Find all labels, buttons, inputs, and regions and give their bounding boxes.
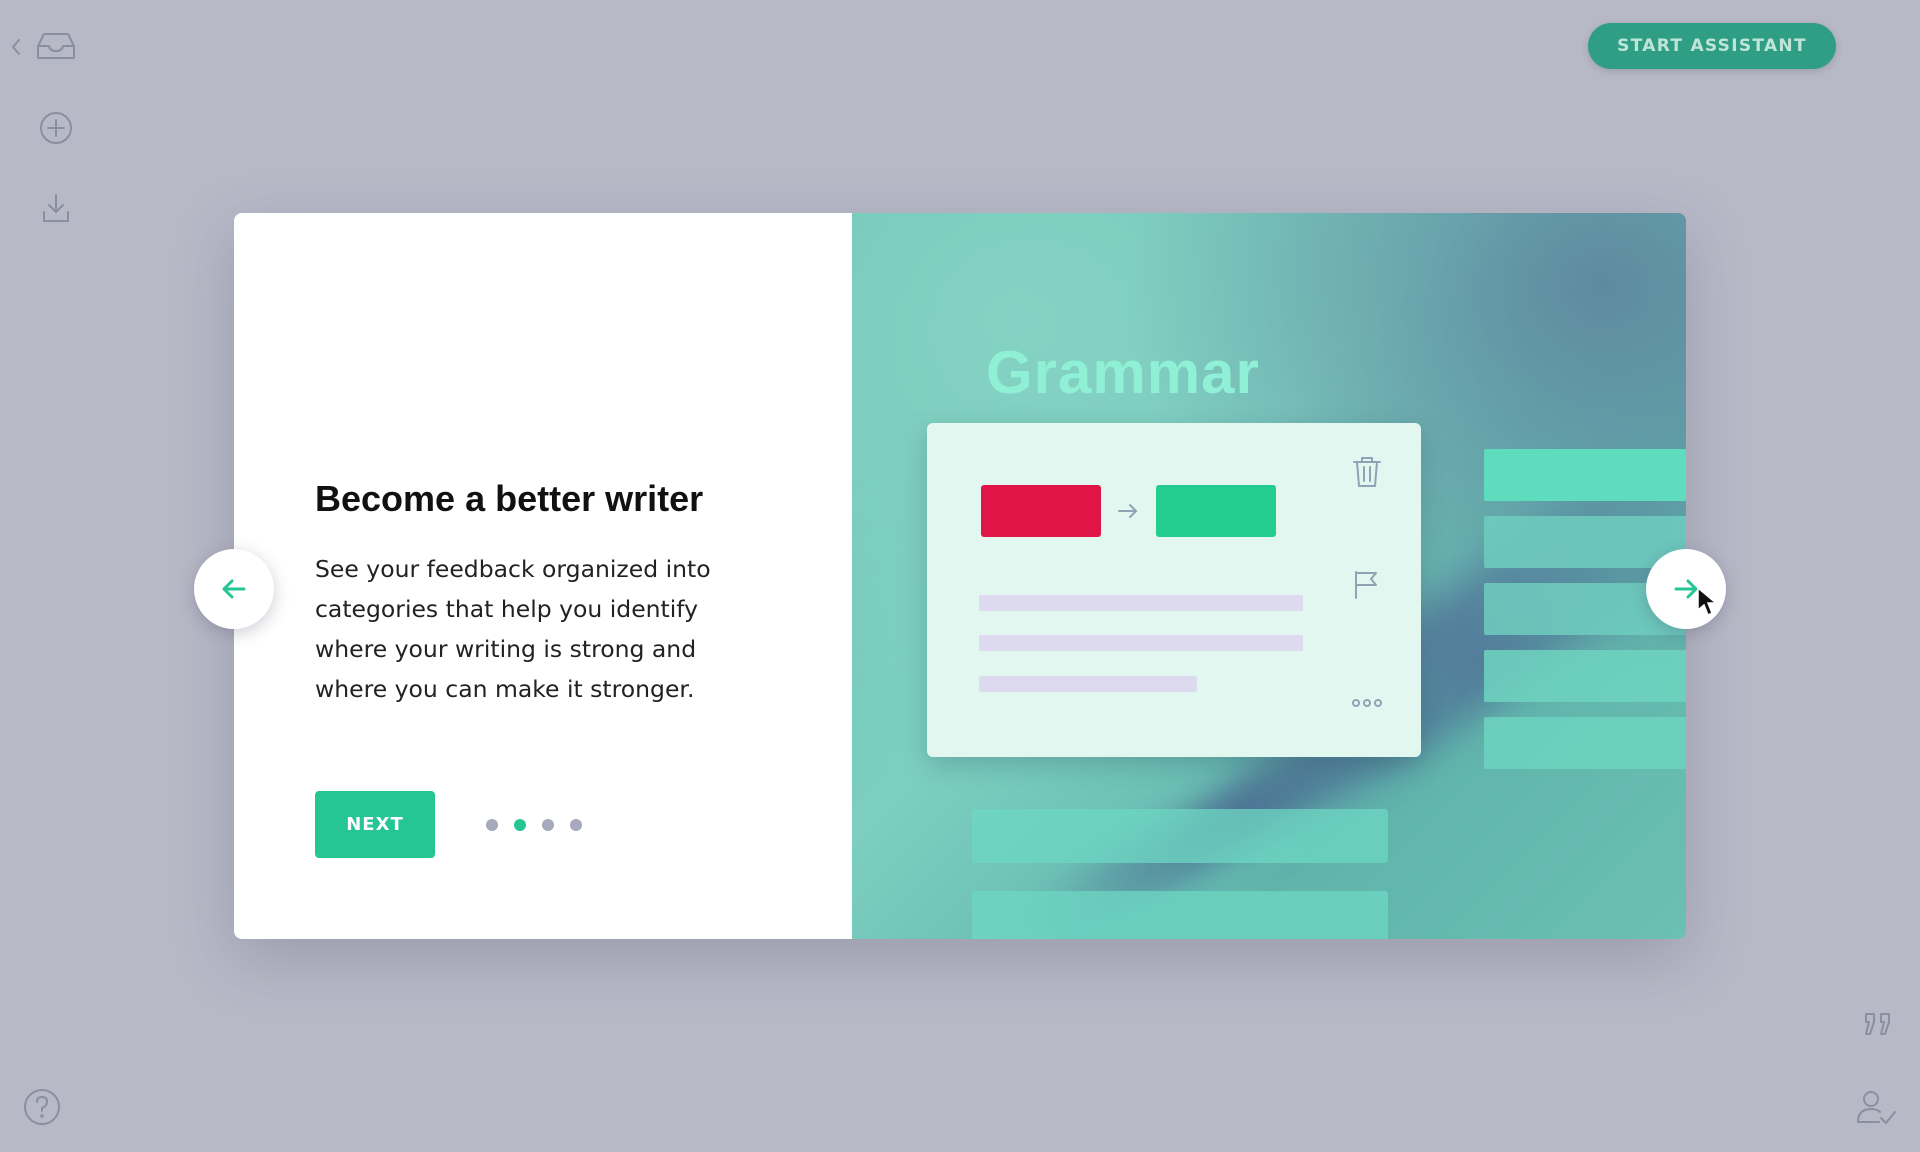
flag-icon [1351,569,1381,605]
previous-arrow-button[interactable] [194,549,274,629]
plus-circle-icon[interactable] [38,110,74,146]
suggestion-card-placeholder [1484,717,1686,769]
modal-description: See your feedback organized into categor… [315,555,711,703]
more-dots-icon [1351,693,1383,712]
error-chip [981,485,1101,537]
suggestion-card-placeholder [1484,516,1686,568]
modal-title: Become a better writer [315,478,704,519]
illustration-panel: Grammar [852,213,1686,939]
quote-icon[interactable] [1860,1008,1896,1040]
text-line [979,595,1303,611]
suggestion-card-placeholder [1484,449,1686,501]
modal-text-panel: Become a better writer See your feedback… [234,213,852,939]
help-question-icon[interactable] [22,1087,62,1127]
next-button[interactable]: NEXT [315,791,435,858]
pagination-dot-active[interactable] [514,819,526,831]
bottom-placeholder-bar [972,809,1388,863]
arrow-right-icon [1117,502,1139,524]
fix-chip [1156,485,1276,537]
trash-icon [1351,455,1383,493]
back-chevron-icon[interactable] [6,34,26,60]
pagination-dots [486,819,582,831]
download-icon[interactable] [38,190,74,226]
text-line [979,676,1197,692]
bottom-placeholder-bar [972,891,1388,939]
start-assistant-button[interactable]: START ASSISTANT [1588,23,1836,69]
onboarding-modal: Become a better writer See your feedback… [234,213,1686,939]
pagination-dot[interactable] [486,819,498,831]
illustration-heading: Grammar [986,339,1260,406]
suggestion-card-placeholder [1484,650,1686,702]
pagination-dot[interactable] [570,819,582,831]
illustration-card [927,423,1421,757]
user-check-icon[interactable] [1854,1087,1898,1127]
text-line [979,635,1303,651]
mouse-cursor [1696,586,1719,622]
pagination-dot[interactable] [542,819,554,831]
inbox-icon[interactable] [34,28,78,64]
